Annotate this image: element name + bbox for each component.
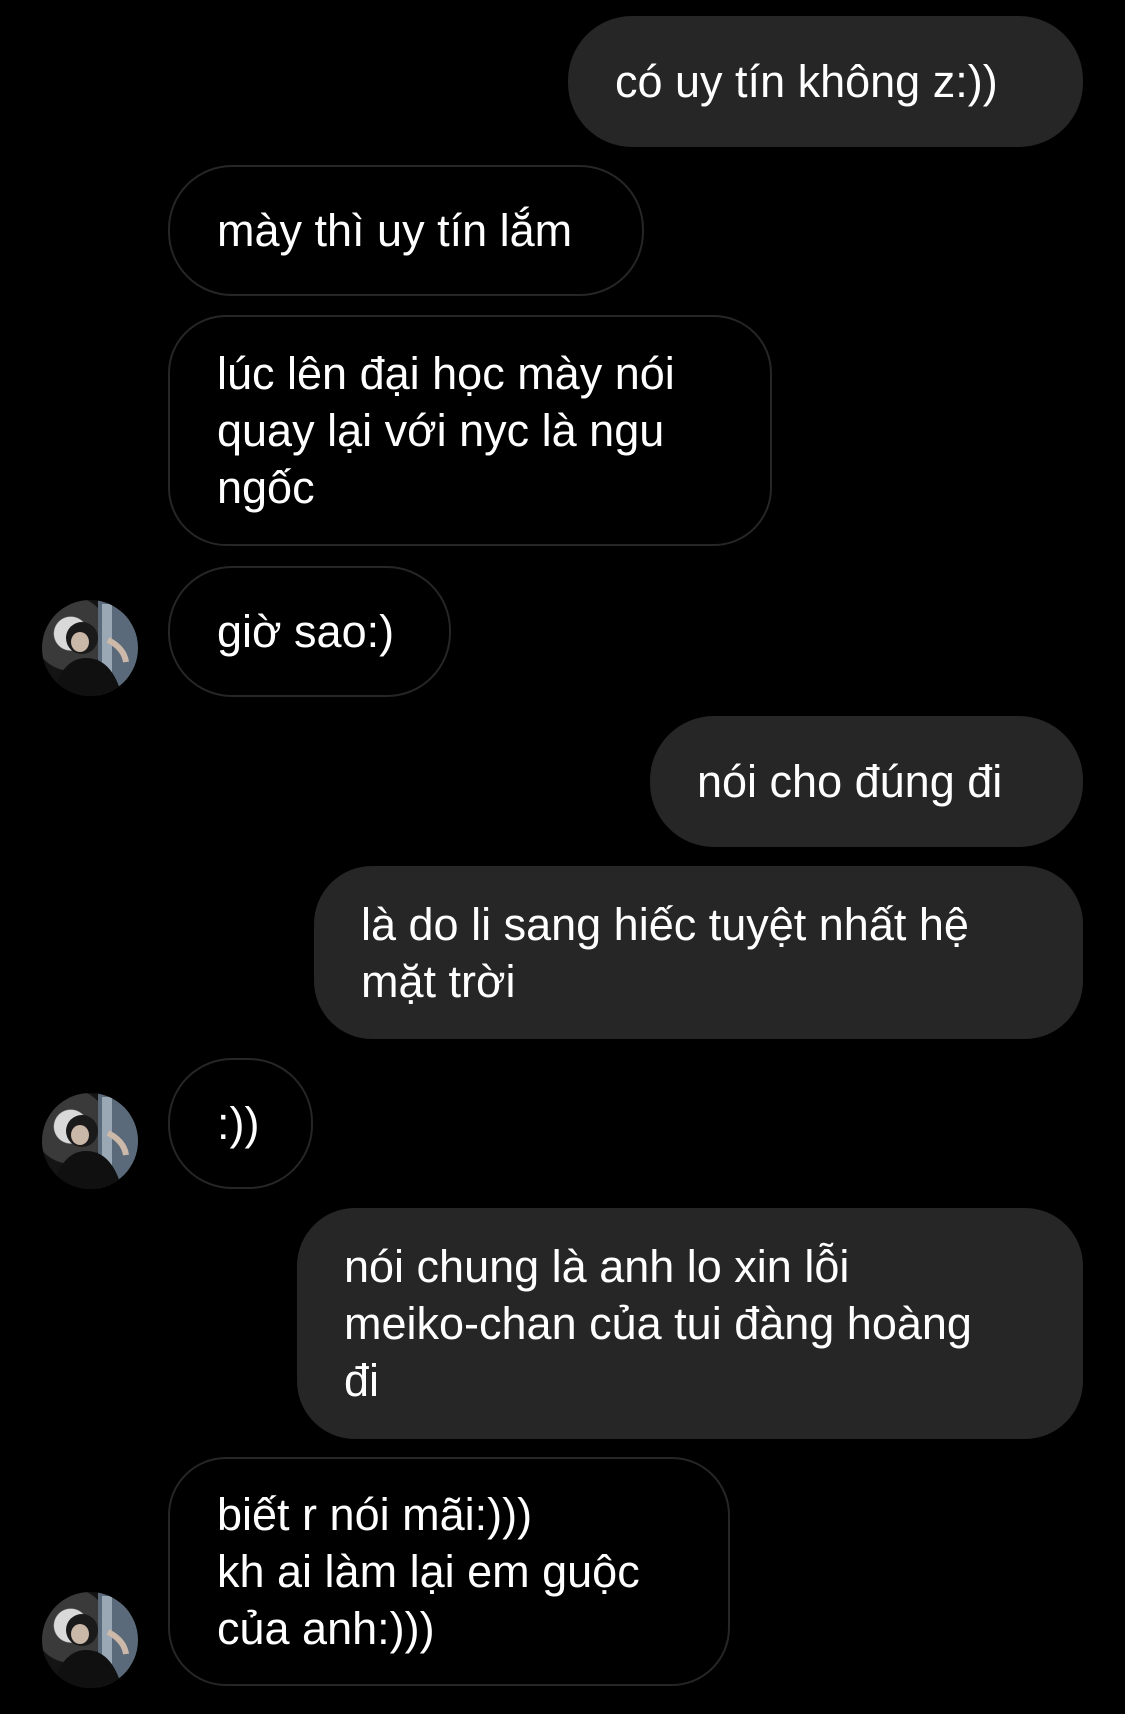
contact-avatar[interactable] [42,1093,138,1189]
avatar-photo-icon [52,1093,138,1189]
message-bubble-incoming[interactable]: mày thì uy tín lắm [168,165,644,296]
message-bubble-incoming[interactable]: biết r nói mãi:))) kh ai làm lại em guộc… [168,1457,730,1686]
contact-avatar[interactable] [42,1592,138,1688]
message-bubble-incoming[interactable]: giờ sao:) [168,566,451,697]
message-bubble-outgoing[interactable]: là do li sang hiếc tuyệt nhất hệ mặt trờ… [314,866,1083,1039]
avatar-photo-icon [52,1592,138,1688]
message-bubble-outgoing[interactable]: nói chung là anh lo xin lỗi meiko-chan c… [297,1208,1083,1439]
contact-avatar[interactable] [42,600,138,696]
message-bubble-outgoing[interactable]: có uy tín không z:)) [568,16,1083,147]
message-bubble-incoming[interactable]: :)) [168,1058,313,1189]
avatar-photo-icon [52,600,138,696]
message-bubble-outgoing[interactable]: nói cho đúng đi [650,716,1083,847]
message-bubble-incoming[interactable]: lúc lên đại học mày nói quay lại với nyc… [168,315,772,546]
